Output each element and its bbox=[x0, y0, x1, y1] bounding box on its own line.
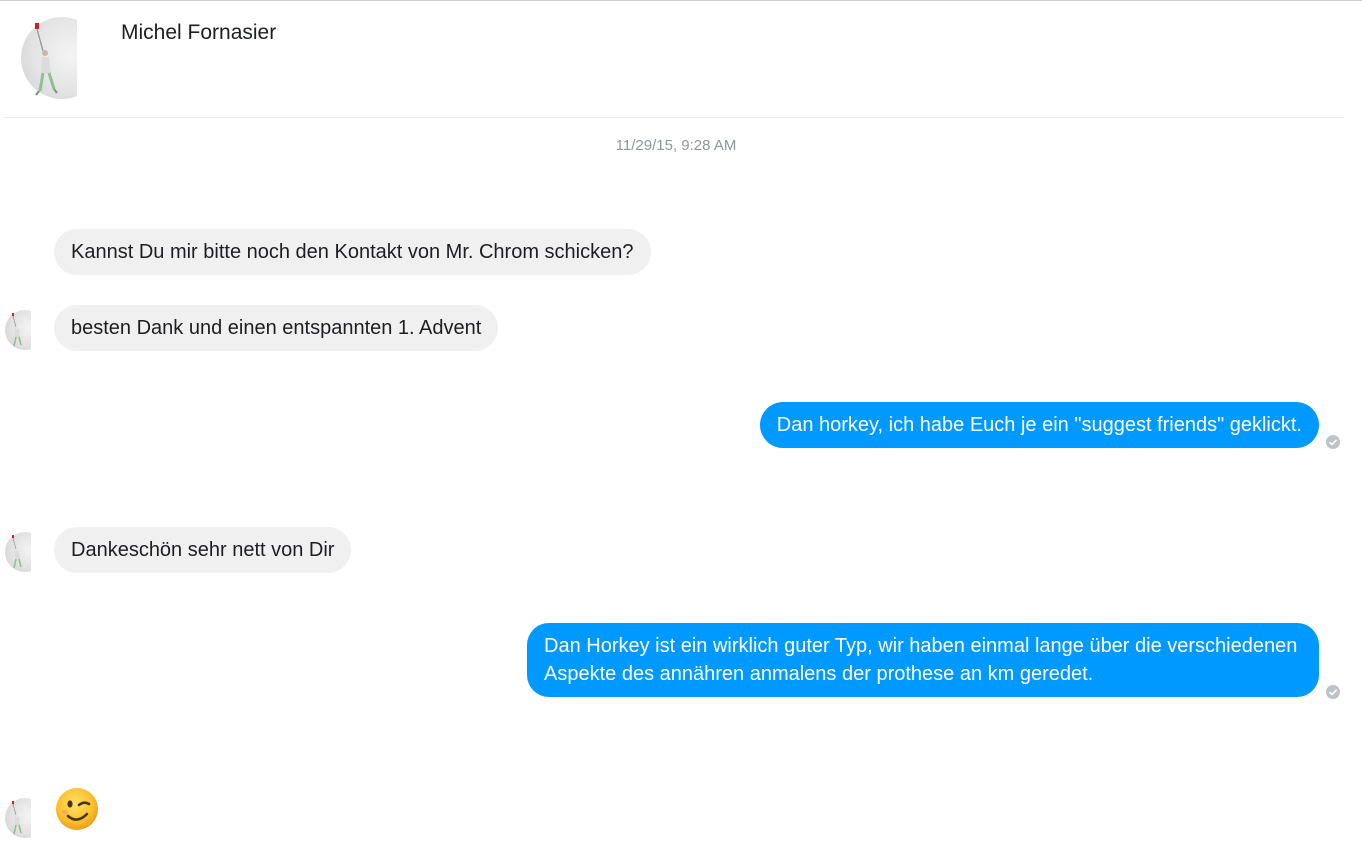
sender-avatar[interactable] bbox=[5, 798, 31, 838]
conversation-header: Michel Fornasier bbox=[4, 1, 1344, 118]
contact-photo bbox=[21, 17, 77, 99]
winking-face-icon[interactable] bbox=[54, 786, 100, 832]
incoming-message-bubble[interactable]: besten Dank und einen entspannten 1. Adv… bbox=[54, 305, 499, 351]
outgoing-message-bubble[interactable]: Dan horkey, ich habe Euch je ein "sugges… bbox=[759, 402, 1319, 448]
incoming-message-bubble[interactable]: Dankeschön sehr nett von Dir bbox=[54, 527, 352, 573]
contact-name[interactable]: Michel Fornasier bbox=[121, 21, 276, 45]
avatar[interactable] bbox=[21, 17, 77, 99]
incoming-message-bubble[interactable]: Kannst Du mir bitte noch den Kontakt von… bbox=[54, 229, 651, 275]
outgoing-message-bubble[interactable]: Dan Horkey ist ein wirklich guter Typ, w… bbox=[527, 623, 1319, 697]
sender-avatar[interactable] bbox=[5, 310, 31, 350]
sender-avatar[interactable] bbox=[5, 532, 31, 572]
message-timestamp: 11/29/15, 9:28 AM bbox=[615, 137, 737, 154]
seen-check-icon bbox=[1326, 685, 1340, 699]
seen-check-icon bbox=[1326, 435, 1340, 449]
